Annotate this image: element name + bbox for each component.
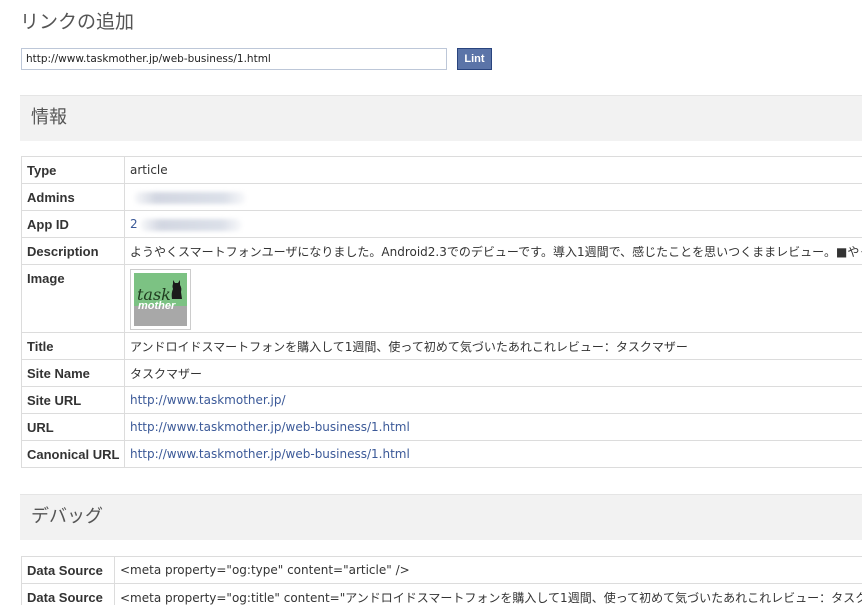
description-value: ようやくスマートフォンユーザになりました。Android2.3でのデビューです。… (124, 237, 862, 265)
table-row-type: Type article (21, 156, 862, 184)
canonical-url-key: Canonical URL (21, 440, 125, 468)
redacted-app-id (139, 218, 242, 231)
table-row-title: Title アンドロイドスマートフォンを購入して1週間、使って初めて気づいたあれ… (21, 332, 862, 360)
redacted-admins (134, 191, 246, 204)
table-row-site-url: Site URL http://www.taskmother.jp/ (21, 386, 862, 414)
url-value: http://www.taskmother.jp/web-business/1.… (124, 413, 862, 441)
data-source-key: Data Source (21, 583, 115, 605)
image-key: Image (21, 264, 125, 333)
og-image-thumbnail[interactable]: task mother (130, 269, 191, 330)
data-source-key: Data Source (21, 556, 115, 584)
table-row-site-name: Site Name タスクマザー (21, 359, 862, 387)
table-row-description: Description ようやくスマートフォンユーザになりました。Android… (21, 237, 862, 265)
table-row-admins: Admins (21, 183, 862, 211)
table-row-url: URL http://www.taskmother.jp/web-busines… (21, 413, 862, 441)
table-row-canonical-url: Canonical URL http://www.taskmother.jp/w… (21, 440, 862, 468)
admins-key: Admins (21, 183, 125, 211)
thumb-text-mother: mother (138, 300, 176, 312)
data-source-value: <meta property="og:type" content="articl… (114, 556, 862, 584)
lint-button[interactable]: Lint (457, 48, 492, 70)
title-value: アンドロイドスマートフォンを購入して1週間、使って初めて気づいたあれこれレビュー… (124, 332, 862, 360)
url-key: URL (21, 413, 125, 441)
url-input[interactable] (21, 48, 447, 70)
description-key: Description (21, 237, 125, 265)
canonical-url-value: http://www.taskmother.jp/web-business/1.… (124, 440, 862, 468)
table-row-image: Image task mother (21, 264, 862, 333)
table-row: Data Source <meta property="og:type" con… (21, 556, 862, 584)
canonical-url-link[interactable]: http://www.taskmother.jp/web-business/1.… (130, 447, 410, 461)
admins-value (124, 183, 862, 211)
info-section-header: 情報 (20, 95, 862, 141)
data-source-value: <meta property="og:title" content="アンドロイ… (114, 583, 862, 605)
site-url-value: http://www.taskmother.jp/ (124, 386, 862, 414)
site-name-value: タスクマザー (124, 359, 862, 387)
app-id-value: 2 (124, 210, 862, 238)
type-key: Type (21, 156, 125, 184)
info-table: Type article Admins App ID 2 Description… (21, 156, 862, 468)
app-id-link[interactable]: 2 (130, 217, 138, 231)
url-link[interactable]: http://www.taskmother.jp/web-business/1.… (130, 420, 410, 434)
page-title: リンクの追加 (20, 11, 135, 33)
table-row-app-id: App ID 2 (21, 210, 862, 238)
site-url-key: Site URL (21, 386, 125, 414)
type-value: article (124, 156, 862, 184)
image-value: task mother (124, 264, 862, 333)
site-url-link[interactable]: http://www.taskmother.jp/ (130, 393, 286, 407)
table-row: Data Source <meta property="og:title" co… (21, 583, 862, 605)
debug-table: Data Source <meta property="og:type" con… (21, 556, 862, 605)
cat-silhouette-icon (171, 280, 182, 299)
debug-section-header: デバッグ (20, 494, 862, 540)
app-id-key: App ID (21, 210, 125, 238)
title-key: Title (21, 332, 125, 360)
site-name-key: Site Name (21, 359, 125, 387)
